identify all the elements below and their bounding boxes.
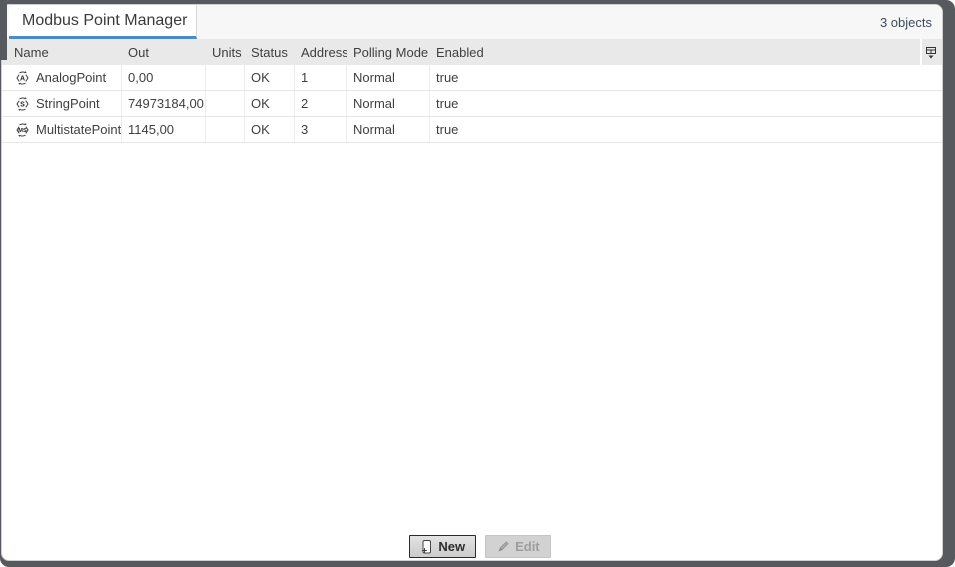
manager-panel: Modbus Point Manager 3 objects Name Out … [1, 4, 943, 561]
column-header-polling-mode[interactable]: Polling Mode [347, 39, 430, 65]
tab-bar: Modbus Point Manager 3 objects [2, 5, 942, 39]
cell-out: 74973184,00 [122, 91, 206, 116]
analog-point-icon: A [14, 70, 31, 86]
pencil-icon [496, 540, 510, 554]
string-point-icon: S [14, 96, 31, 112]
column-header-name[interactable]: Name [2, 39, 122, 65]
cell-status: OK [245, 117, 295, 142]
new-button-label: New [438, 539, 465, 554]
cell-units [206, 65, 245, 90]
cell-units [206, 117, 245, 142]
table-options-icon [925, 46, 937, 59]
cell-name: MS MultistatePoint [2, 117, 122, 142]
point-name: MultistatePoint [36, 122, 121, 137]
cell-units [206, 91, 245, 116]
edit-button-label: Edit [515, 539, 540, 554]
table-row-analog-point[interactable]: A AnalogPoint 0,00 OK 1 Normal true [2, 65, 942, 91]
cell-polling-mode: Normal [347, 91, 430, 116]
cell-status: OK [245, 65, 295, 90]
point-name: AnalogPoint [36, 70, 106, 85]
svg-text:MS: MS [18, 128, 27, 134]
cell-enabled: true [430, 117, 939, 142]
objects-count-label: 3 objects [880, 15, 932, 30]
table-row-multistate-point[interactable]: MS MultistatePoint 1145,00 OK 3 Normal t… [2, 117, 942, 143]
tab-bar-fill: 3 objects [197, 5, 942, 39]
cell-polling-mode: Normal [347, 117, 430, 142]
cell-address: 1 [295, 65, 347, 90]
cell-enabled: true [430, 91, 939, 116]
table-row-string-point[interactable]: S StringPoint 74973184,00 OK 2 Normal tr… [2, 91, 942, 117]
column-header-out[interactable]: Out [122, 39, 206, 65]
table-header-row: Name Out Units Status Address Polling Mo… [2, 39, 942, 65]
point-name: StringPoint [36, 96, 100, 111]
tab-title: Modbus Point Manager [22, 12, 187, 30]
table-options-button[interactable] [920, 39, 939, 65]
column-header-enabled[interactable]: Enabled [430, 39, 920, 65]
cell-out: 1145,00 [122, 117, 206, 142]
footer-button-bar: New Edit [10, 535, 943, 558]
cell-out: 0,00 [122, 65, 206, 90]
frame-corner-cap [0, 0, 7, 60]
svg-text:S: S [20, 101, 25, 108]
new-button[interactable]: New [409, 535, 476, 558]
cell-status: OK [245, 91, 295, 116]
tab-modbus-point-manager[interactable]: Modbus Point Manager [9, 5, 197, 39]
modbus-point-manager-window: { "window": { "objects_count": "3 object… [0, 0, 955, 567]
cell-name: A AnalogPoint [2, 65, 122, 90]
cell-address: 3 [295, 117, 347, 142]
edit-button[interactable]: Edit [485, 535, 551, 558]
svg-text:A: A [20, 75, 25, 82]
cell-name: S StringPoint [2, 91, 122, 116]
cell-enabled: true [430, 65, 939, 90]
cell-address: 2 [295, 91, 347, 116]
cell-polling-mode: Normal [347, 65, 430, 90]
column-header-units[interactable]: Units [206, 39, 245, 65]
multistate-point-icon: MS [14, 122, 31, 138]
column-header-address[interactable]: Address [295, 39, 347, 65]
column-header-status[interactable]: Status [245, 39, 295, 65]
new-document-icon [420, 539, 433, 555]
